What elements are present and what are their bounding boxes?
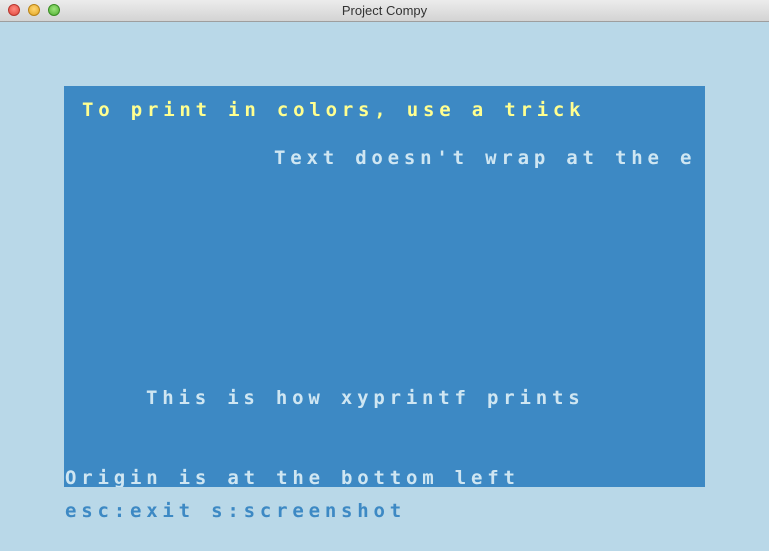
keyboard-hint: esc:exit s:screenshot	[65, 500, 407, 522]
origin-text-line: Origin is at the bottom left	[65, 467, 520, 487]
colored-text-line: To print in colors, use a trick	[82, 99, 586, 121]
xyprintf-text-line: This is how xyprintf prints	[146, 387, 585, 409]
no-wrap-text-line: Text doesn't wrap at the e	[274, 147, 697, 169]
window-title: Project Compy	[341, 3, 428, 18]
app-window: Project Compy To print in colors, use a …	[0, 0, 769, 551]
console-screen: To print in colors, use a trick Text doe…	[64, 86, 705, 487]
title-bar: Project Compy	[0, 0, 769, 22]
